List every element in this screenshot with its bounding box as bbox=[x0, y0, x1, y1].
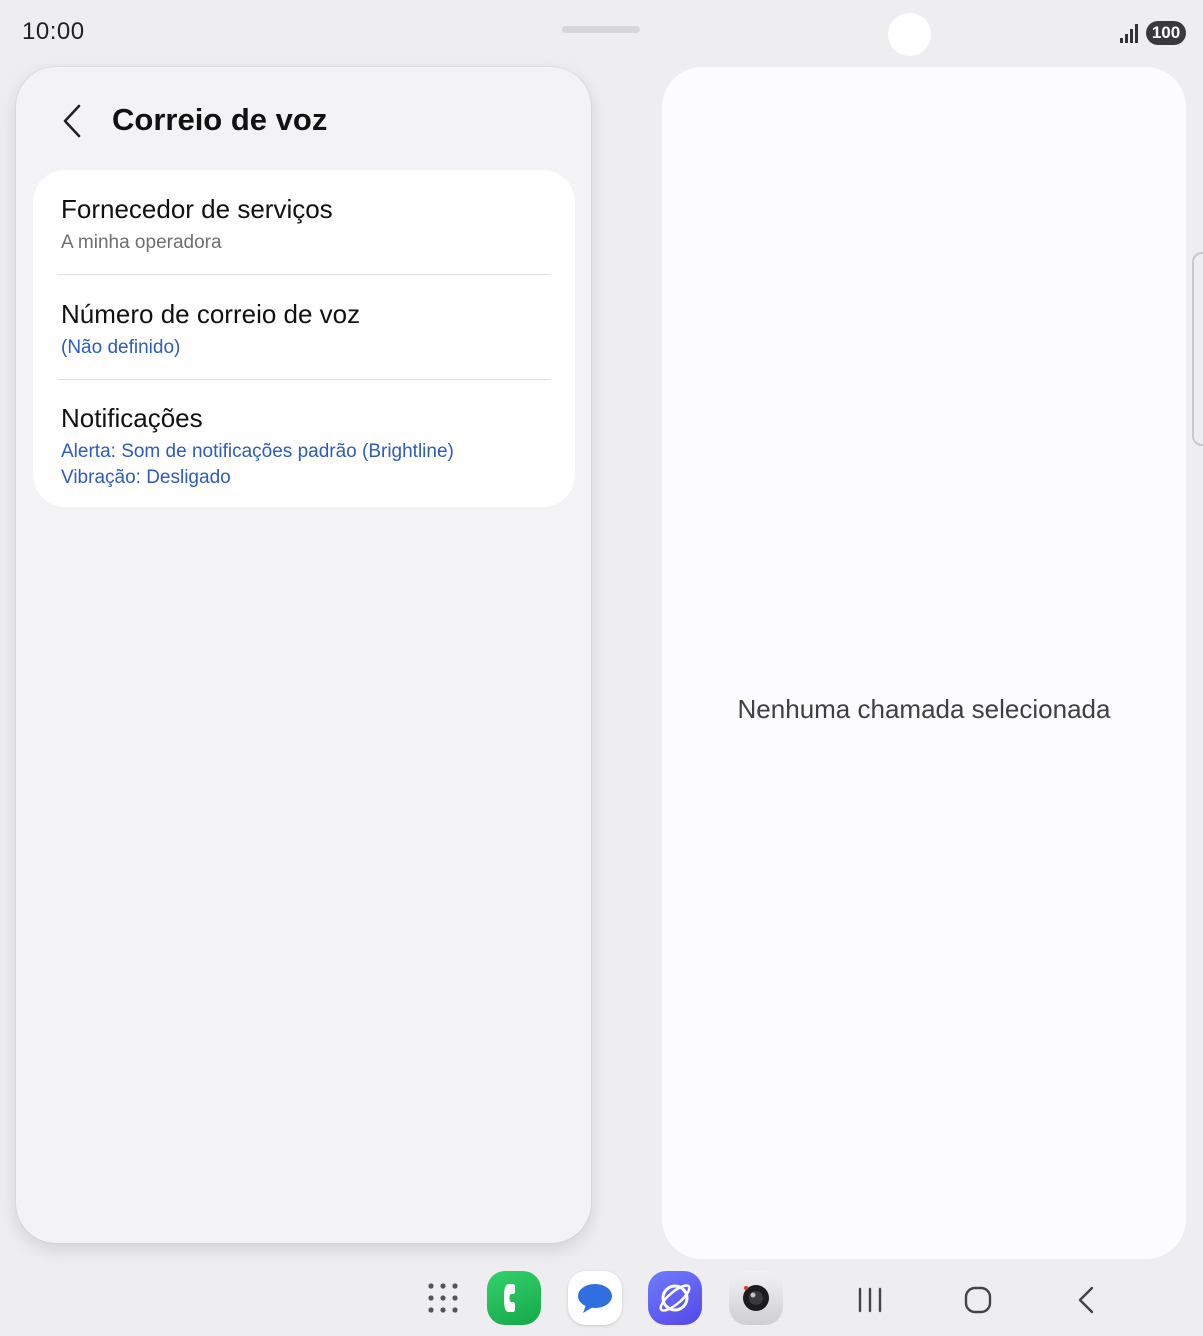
signal-bars-icon bbox=[1120, 24, 1138, 43]
setting-subtitle: (Não definido) bbox=[61, 337, 181, 358]
phone-handset-icon bbox=[504, 1284, 515, 1312]
planet-icon bbox=[659, 1284, 691, 1312]
recents-button[interactable] bbox=[850, 1280, 890, 1320]
empty-state-message: Nenhuma chamada selecionada bbox=[737, 694, 1111, 724]
setting-service-provider[interactable]: Fornecedor de serviços A minha operadora bbox=[33, 170, 575, 274]
status-time: 10:00 bbox=[22, 18, 85, 45]
voicemail-settings-panel: Correio de voz Fornecedor de serviços A … bbox=[16, 67, 591, 1243]
window-drag-handle[interactable] bbox=[562, 26, 640, 33]
internet-app-icon[interactable] bbox=[648, 1271, 702, 1325]
page-title: Correio de voz bbox=[112, 102, 328, 137]
setting-title: Fornecedor de serviços bbox=[61, 194, 333, 224]
back-icon bbox=[1078, 1286, 1094, 1314]
setting-subtitle: Alerta: Som de notificações padrão (Brig… bbox=[61, 441, 454, 462]
setting-voicemail-number[interactable]: Número de correio de voz (Não definido) bbox=[33, 275, 575, 379]
phone-app-icon[interactable] bbox=[487, 1271, 541, 1325]
apps-grid-icon[interactable] bbox=[425, 1280, 461, 1316]
taskbar bbox=[0, 1262, 1203, 1336]
camera-cutout bbox=[888, 13, 931, 56]
messages-app-icon[interactable] bbox=[568, 1271, 622, 1325]
page-header: Correio de voz bbox=[16, 67, 591, 177]
home-icon bbox=[964, 1286, 992, 1314]
camera-app-icon[interactable] bbox=[729, 1271, 783, 1325]
setting-title: Notificações bbox=[61, 403, 203, 433]
setting-subtitle: A minha operadora bbox=[61, 232, 222, 253]
settings-card: Fornecedor de serviços A minha operadora… bbox=[33, 170, 575, 507]
back-button[interactable] bbox=[56, 101, 88, 141]
edge-panel-handle[interactable] bbox=[1192, 252, 1203, 446]
call-detail-panel: Nenhuma chamada selecionada bbox=[662, 67, 1186, 1259]
setting-title: Número de correio de voz bbox=[61, 299, 361, 329]
status-bar: 10:00 100 bbox=[0, 0, 1203, 64]
setting-subtitle-vibration: Vibração: Desligado bbox=[61, 467, 231, 488]
home-button[interactable] bbox=[958, 1280, 998, 1320]
chat-bubble-icon bbox=[578, 1284, 612, 1313]
chevron-left-icon bbox=[63, 104, 81, 138]
recents-icon bbox=[858, 1287, 882, 1313]
camera-lens-icon bbox=[743, 1285, 769, 1311]
battery-indicator: 100 bbox=[1146, 21, 1186, 45]
setting-notifications[interactable]: Notificações Alerta: Som de notificações… bbox=[33, 380, 575, 507]
nav-back-button[interactable] bbox=[1066, 1280, 1106, 1320]
